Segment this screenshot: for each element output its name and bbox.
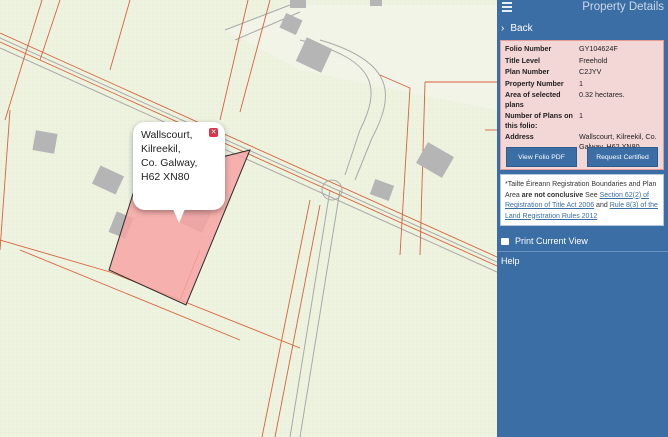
popup-address: Wallscourt, Kilreekil, Co. Galway, H62 X…	[141, 129, 198, 183]
back-button[interactable]: › Back	[497, 18, 668, 40]
notice-bold: are not conclusive	[521, 191, 584, 199]
map-view[interactable]: Wallscourt, Kilreekil, Co. Galway, H62 X…	[0, 0, 497, 437]
help-label: Help	[501, 256, 520, 266]
details-row: Folio Number GY104624F	[505, 44, 659, 56]
notice-text-2: See	[583, 191, 600, 199]
print-label: Print Current View	[515, 236, 588, 246]
details-key: Number of Plans on this folio:	[505, 111, 573, 130]
details-table: Folio Number GY104624F Title Level Freehold…	[505, 44, 659, 153]
printer-icon	[501, 238, 509, 246]
close-icon[interactable]: ✕	[209, 128, 218, 137]
details-key: Folio Number	[505, 44, 552, 53]
help-button[interactable]: Help	[501, 254, 520, 268]
details-value: 0.32 hectares.	[579, 90, 625, 99]
details-value: GY104624F	[579, 44, 618, 53]
hamburger-icon[interactable]	[502, 2, 512, 13]
details-row: Title Level Freehold	[505, 56, 659, 68]
details-value: C2JYV	[579, 67, 602, 76]
popup-tail	[173, 209, 185, 223]
details-value: Freehold	[579, 55, 608, 65]
details-row: Number of Plans on this folio: 1	[505, 111, 659, 132]
details-key: Property Number	[505, 78, 564, 88]
folio-details-card: Folio Number GY104624F Title Level Freehold…	[500, 40, 664, 181]
panel-title: Property Details	[582, 1, 664, 13]
property-details-panel: Property Details › Back Folio Number GY104…	[497, 0, 668, 437]
print-current-view-button[interactable]: Print Current View	[501, 234, 588, 248]
details-buttons: View Folio PDF Request Certified Copy	[506, 147, 658, 181]
address-popup: Wallscourt, Kilreekil, Co. Galway, H62 X…	[133, 122, 225, 223]
disclaimer-notice: *Tailte Éireann Registration Boundaries …	[500, 174, 664, 226]
details-key: Area of selected plans	[505, 90, 561, 109]
view-folio-pdf-button[interactable]: View Folio PDF	[506, 147, 577, 167]
chevron-right-icon: ›	[501, 23, 505, 34]
details-row: Property Number 1	[505, 79, 659, 91]
map-canvas[interactable]	[0, 0, 497, 437]
details-value: 1	[579, 78, 583, 88]
details-key: Title Level	[505, 55, 541, 65]
request-certified-copy-button[interactable]: Request Certified Copy	[587, 147, 658, 181]
details-row: Area of selected plans 0.32 hectares.	[505, 90, 659, 111]
notice-text-3: and	[594, 202, 610, 209]
details-row: Plan Number C2JYV	[505, 67, 659, 79]
details-key: Plan Number	[505, 67, 550, 76]
panel-topbar: Property Details	[497, 0, 668, 16]
back-label: Back	[510, 23, 533, 34]
details-value: 1	[579, 111, 583, 120]
panel-divider	[497, 251, 668, 252]
